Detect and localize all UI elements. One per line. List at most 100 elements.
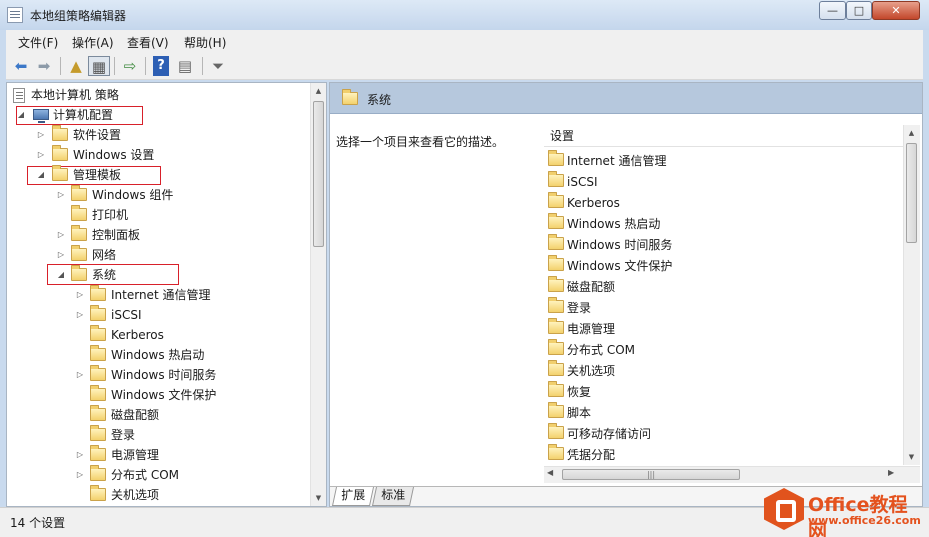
collapsed-arrow-icon[interactable]: ▷ bbox=[55, 226, 67, 244]
list-item[interactable]: Windows 时间服务 bbox=[548, 234, 888, 255]
expanded-arrow-icon[interactable]: ◢ bbox=[35, 166, 47, 184]
window-title: 本地组策略编辑器 bbox=[30, 9, 127, 23]
export-list-icon[interactable]: ⇨ bbox=[119, 56, 141, 76]
show-hide-tree-icon[interactable]: ▦ bbox=[88, 56, 110, 76]
forward-arrow-icon[interactable]: ➡ bbox=[33, 56, 55, 76]
collapsed-arrow-icon[interactable]: ▷ bbox=[74, 306, 86, 324]
tree-node-network[interactable]: ▷ 网络 bbox=[7, 245, 307, 264]
column-header-settings[interactable]: 设置 bbox=[544, 125, 904, 147]
tree-node-system-child[interactable]: 登录 bbox=[7, 425, 307, 444]
tab-standard[interactable]: 标准 bbox=[371, 487, 415, 506]
list-item[interactable]: Internet 通信管理 bbox=[548, 150, 888, 171]
scroll-right-arrow-icon[interactable]: ▶ bbox=[888, 468, 894, 477]
menu-file[interactable]: 文件(F) bbox=[18, 34, 58, 51]
list-item[interactable]: 登录 bbox=[548, 297, 888, 318]
list-item-label: 关机选项 bbox=[567, 364, 616, 378]
list-item[interactable]: 关机选项 bbox=[548, 360, 888, 381]
minimize-button[interactable]: — bbox=[819, 1, 846, 20]
list-item[interactable]: 磁盘配额 bbox=[548, 276, 888, 297]
tree-label: 软件设置 bbox=[73, 128, 122, 142]
tree-node-system-child[interactable]: Windows 热启动 bbox=[7, 345, 307, 364]
tree-node-system-child[interactable]: ▷ Internet 通信管理 bbox=[7, 285, 307, 304]
tree-node-computer-config[interactable]: ◢ 计算机配置 bbox=[7, 106, 307, 124]
tree-node-system-child[interactable]: ▷ 分布式 COM bbox=[7, 465, 307, 484]
tree-label: 分布式 COM bbox=[111, 468, 179, 482]
tree-label: 磁盘配额 bbox=[111, 408, 160, 422]
tree-node-printer[interactable]: 打印机 bbox=[7, 205, 307, 224]
policy-document-icon bbox=[13, 88, 25, 103]
details-header: 系统 bbox=[330, 83, 922, 114]
collapsed-arrow-icon[interactable]: ▷ bbox=[55, 246, 67, 264]
folder-icon bbox=[71, 245, 87, 261]
menu-help[interactable]: 帮助(H) bbox=[184, 34, 226, 51]
list-item[interactable]: 电源管理 bbox=[548, 318, 888, 339]
list-item-label: 分布式 COM bbox=[567, 343, 635, 357]
back-arrow-icon[interactable]: ⬅ bbox=[10, 56, 32, 76]
list-item[interactable]: 可移动存储访问 bbox=[548, 423, 888, 444]
scroll-thumb[interactable] bbox=[906, 143, 917, 243]
list-horizontal-scrollbar[interactable]: ◀ ||| ▶ bbox=[544, 466, 920, 483]
collapsed-arrow-icon[interactable]: ▷ bbox=[74, 366, 86, 384]
menu-bar: 文件(F) 操作(A) 查看(V) 帮助(H) bbox=[6, 30, 923, 52]
list-item[interactable]: Windows 热启动 bbox=[548, 213, 888, 234]
tree-node-software-settings[interactable]: ▷ 软件设置 bbox=[7, 125, 307, 144]
list-item[interactable]: Kerberos bbox=[548, 192, 888, 213]
list-item[interactable]: 脚本 bbox=[548, 402, 888, 423]
collapsed-arrow-icon[interactable]: ▷ bbox=[35, 146, 47, 164]
menu-view[interactable]: 查看(V) bbox=[127, 34, 169, 51]
collapsed-arrow-icon[interactable]: ▷ bbox=[74, 446, 86, 464]
maximize-button[interactable]: □ bbox=[846, 1, 872, 20]
tree-node-system-child[interactable]: Windows 文件保护 bbox=[7, 385, 307, 404]
scroll-down-arrow-icon[interactable]: ▼ bbox=[904, 449, 919, 465]
tab-extended[interactable]: 扩展 bbox=[331, 487, 375, 506]
folder-icon bbox=[548, 276, 564, 292]
expanded-arrow-icon[interactable]: ◢ bbox=[15, 106, 27, 124]
folder-icon bbox=[548, 318, 564, 334]
scroll-down-arrow-icon[interactable]: ▼ bbox=[311, 490, 326, 506]
description-text: 选择一个项目来查看它的描述。 bbox=[336, 135, 505, 149]
tree-node-system-child[interactable]: ▷ iSCSI bbox=[7, 305, 307, 324]
list-item[interactable]: iSCSI bbox=[548, 171, 888, 192]
collapsed-arrow-icon[interactable]: ▷ bbox=[74, 286, 86, 304]
list-vertical-scrollbar[interactable]: ▲ ▼ bbox=[903, 125, 920, 465]
folder-icon bbox=[52, 125, 68, 141]
scroll-up-arrow-icon[interactable]: ▲ bbox=[904, 125, 919, 141]
tree-node-root[interactable]: 本地计算机 策略 bbox=[7, 86, 307, 104]
filter-icon[interactable]: ⏷ bbox=[207, 56, 229, 76]
tree-node-system-child[interactable]: ▷ 电源管理 bbox=[7, 445, 307, 464]
tree-node-control-panel[interactable]: ▷ 控制面板 bbox=[7, 225, 307, 244]
tree-node-system-child[interactable]: 磁盘配额 bbox=[7, 405, 307, 424]
collapsed-arrow-icon[interactable]: ▷ bbox=[55, 186, 67, 204]
tree-label: Windows 组件 bbox=[92, 188, 174, 202]
tree-node-system-child[interactable]: 关机选项 bbox=[7, 485, 307, 504]
list-item[interactable]: 恢复 bbox=[548, 381, 888, 402]
tree-node-system-child[interactable]: ▷ Windows 时间服务 bbox=[7, 365, 307, 384]
help-icon[interactable]: ? bbox=[153, 56, 169, 76]
folder-icon bbox=[90, 385, 106, 401]
scroll-up-arrow-icon[interactable]: ▲ bbox=[311, 83, 326, 99]
list-item[interactable]: 分布式 COM bbox=[548, 339, 888, 360]
tree-node-admin-templates[interactable]: ◢ 管理模板 bbox=[7, 165, 307, 184]
collapsed-arrow-icon[interactable]: ▷ bbox=[35, 126, 47, 144]
scroll-left-arrow-icon[interactable]: ◀ bbox=[547, 468, 553, 477]
tree-node-system[interactable]: ◢ 系统 bbox=[7, 265, 307, 284]
tree-label: 控制面板 bbox=[92, 228, 141, 242]
folder-icon bbox=[90, 425, 106, 441]
close-button[interactable]: ✕ bbox=[872, 1, 920, 20]
up-folder-icon[interactable]: ▲ bbox=[65, 56, 87, 76]
tree-vertical-scrollbar[interactable]: ▲ ▼ bbox=[310, 83, 326, 506]
tree-label: Windows 设置 bbox=[73, 148, 155, 162]
properties-icon[interactable]: ▤ bbox=[174, 56, 196, 76]
list-item[interactable]: 凭据分配 bbox=[548, 444, 888, 465]
expanded-arrow-icon[interactable]: ◢ bbox=[55, 266, 67, 284]
folder-icon bbox=[90, 325, 106, 341]
list-item[interactable]: Windows 文件保护 bbox=[548, 255, 888, 276]
tree-node-windows-components[interactable]: ▷ Windows 组件 bbox=[7, 185, 307, 204]
menu-action[interactable]: 操作(A) bbox=[72, 34, 114, 51]
folder-icon bbox=[90, 345, 106, 361]
collapsed-arrow-icon[interactable]: ▷ bbox=[74, 466, 86, 484]
tree-node-system-child[interactable]: Kerberos bbox=[7, 325, 307, 344]
tree-node-windows-settings[interactable]: ▷ Windows 设置 bbox=[7, 145, 307, 164]
scroll-thumb[interactable]: ||| bbox=[562, 469, 740, 480]
scroll-thumb[interactable] bbox=[313, 101, 324, 247]
